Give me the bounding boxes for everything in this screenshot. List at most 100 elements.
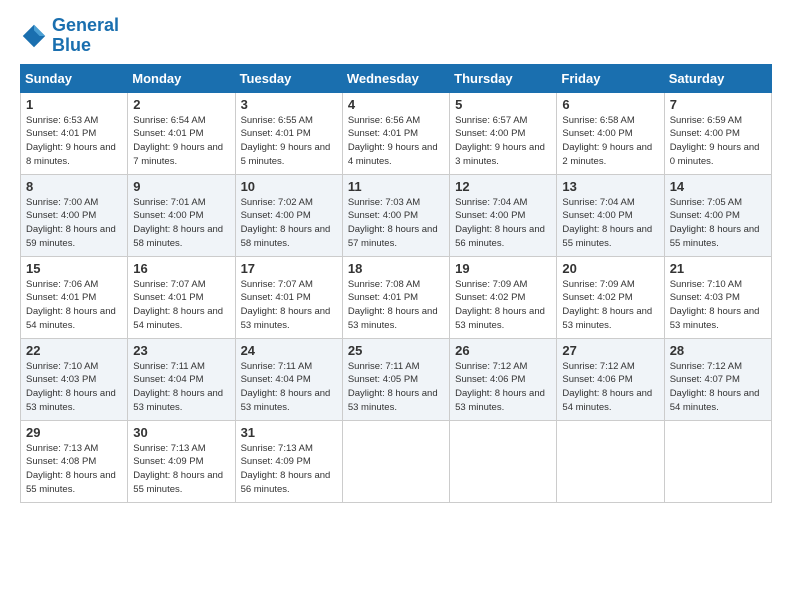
calendar-cell <box>557 420 664 502</box>
calendar-cell: 4 Sunrise: 6:56 AM Sunset: 4:01 PM Daylig… <box>342 92 449 174</box>
calendar-cell: 28Sunrise: 7:12 AM Sunset: 4:07 PM Dayli… <box>664 338 771 420</box>
day-number: 22 <box>26 343 122 358</box>
day-number: 29 <box>26 425 122 440</box>
weekday-header-sunday: Sunday <box>21 64 128 92</box>
day-number: 13 <box>562 179 658 194</box>
day-number: 1 <box>26 97 122 112</box>
weekday-header-thursday: Thursday <box>450 64 557 92</box>
weekday-header-tuesday: Tuesday <box>235 64 342 92</box>
calendar-cell: 27 Sunrise: 7:12 AM Sunset: 4:06 PM Dayli… <box>557 338 664 420</box>
day-number: 10 <box>241 179 337 194</box>
calendar-cell: 9 Sunrise: 7:01 AM Sunset: 4:00 PM Daylig… <box>128 174 235 256</box>
calendar-cell: 16 Sunrise: 7:07 AM Sunset: 4:01 PM Dayli… <box>128 256 235 338</box>
week-row-2: 8Sunrise: 7:00 AM Sunset: 4:00 PM Daylig… <box>21 174 772 256</box>
day-info: Sunrise: 7:12 AM Sunset: 4:06 PM Dayligh… <box>455 360 551 415</box>
day-info: Sunrise: 7:13 AM Sunset: 4:09 PM Dayligh… <box>133 442 229 497</box>
day-number: 23 <box>133 343 229 358</box>
calendar-cell: 17Sunrise: 7:07 AM Sunset: 4:01 PM Dayli… <box>235 256 342 338</box>
day-info: Sunrise: 7:06 AM Sunset: 4:01 PM Dayligh… <box>26 278 122 333</box>
day-info: Sunrise: 7:01 AM Sunset: 4:00 PM Dayligh… <box>133 196 229 251</box>
day-number: 19 <box>455 261 551 276</box>
day-number: 27 <box>562 343 658 358</box>
calendar-cell: 6Sunrise: 6:58 AM Sunset: 4:00 PM Daylig… <box>557 92 664 174</box>
day-number: 9 <box>133 179 229 194</box>
day-number: 16 <box>133 261 229 276</box>
day-info: Sunrise: 7:04 AM Sunset: 4:00 PM Dayligh… <box>562 196 658 251</box>
day-info: Sunrise: 6:53 AM Sunset: 4:01 PM Dayligh… <box>26 114 122 169</box>
calendar-cell: 15 Sunrise: 7:06 AM Sunset: 4:01 PM Dayli… <box>21 256 128 338</box>
day-number: 4 <box>348 97 444 112</box>
day-number: 6 <box>562 97 658 112</box>
calendar-cell: 10 Sunrise: 7:02 AM Sunset: 4:00 PM Dayli… <box>235 174 342 256</box>
week-row-3: 15 Sunrise: 7:06 AM Sunset: 4:01 PM Dayli… <box>21 256 772 338</box>
day-number: 17 <box>241 261 337 276</box>
day-info: Sunrise: 7:10 AM Sunset: 4:03 PM Dayligh… <box>670 278 766 333</box>
calendar-cell: 2Sunrise: 6:54 AM Sunset: 4:01 PM Daylig… <box>128 92 235 174</box>
calendar-cell: 1 Sunrise: 6:53 AM Sunset: 4:01 PM Daylig… <box>21 92 128 174</box>
logo: General Blue <box>20 16 119 56</box>
day-info: Sunrise: 6:56 AM Sunset: 4:01 PM Dayligh… <box>348 114 444 169</box>
day-number: 15 <box>26 261 122 276</box>
calendar-cell: 25 Sunrise: 7:11 AM Sunset: 4:05 PM Dayli… <box>342 338 449 420</box>
day-info: Sunrise: 7:12 AM Sunset: 4:06 PM Dayligh… <box>562 360 658 415</box>
day-info: Sunrise: 6:59 AM Sunset: 4:00 PM Dayligh… <box>670 114 766 169</box>
day-info: Sunrise: 6:55 AM Sunset: 4:01 PM Dayligh… <box>241 114 337 169</box>
calendar-cell: 21 Sunrise: 7:10 AM Sunset: 4:03 PM Dayli… <box>664 256 771 338</box>
calendar-table: SundayMondayTuesdayWednesdayThursdayFrid… <box>20 64 772 503</box>
weekday-header-friday: Friday <box>557 64 664 92</box>
day-number: 2 <box>133 97 229 112</box>
day-info: Sunrise: 7:11 AM Sunset: 4:05 PM Dayligh… <box>348 360 444 415</box>
calendar-cell <box>450 420 557 502</box>
calendar-cell <box>664 420 771 502</box>
day-info: Sunrise: 7:09 AM Sunset: 4:02 PM Dayligh… <box>455 278 551 333</box>
week-row-4: 22 Sunrise: 7:10 AM Sunset: 4:03 PM Dayli… <box>21 338 772 420</box>
day-info: Sunrise: 7:07 AM Sunset: 4:01 PM Dayligh… <box>133 278 229 333</box>
day-number: 18 <box>348 261 444 276</box>
calendar-cell: 30 Sunrise: 7:13 AM Sunset: 4:09 PM Dayli… <box>128 420 235 502</box>
calendar-cell: 11 Sunrise: 7:03 AM Sunset: 4:00 PM Dayli… <box>342 174 449 256</box>
day-number: 30 <box>133 425 229 440</box>
weekday-header-saturday: Saturday <box>664 64 771 92</box>
weekday-header-monday: Monday <box>128 64 235 92</box>
calendar-cell: 31Sunrise: 7:13 AM Sunset: 4:09 PM Dayli… <box>235 420 342 502</box>
day-info: Sunrise: 7:03 AM Sunset: 4:00 PM Dayligh… <box>348 196 444 251</box>
calendar-cell: 13 Sunrise: 7:04 AM Sunset: 4:00 PM Dayli… <box>557 174 664 256</box>
calendar-cell: 5Sunrise: 6:57 AM Sunset: 4:00 PM Daylig… <box>450 92 557 174</box>
day-number: 20 <box>562 261 658 276</box>
day-info: Sunrise: 7:13 AM Sunset: 4:08 PM Dayligh… <box>26 442 122 497</box>
week-row-5: 29 Sunrise: 7:13 AM Sunset: 4:08 PM Dayli… <box>21 420 772 502</box>
day-number: 11 <box>348 179 444 194</box>
day-info: Sunrise: 7:09 AM Sunset: 4:02 PM Dayligh… <box>562 278 658 333</box>
weekday-header-wednesday: Wednesday <box>342 64 449 92</box>
day-info: Sunrise: 7:04 AM Sunset: 4:00 PM Dayligh… <box>455 196 551 251</box>
day-number: 21 <box>670 261 766 276</box>
calendar-cell: 8Sunrise: 7:00 AM Sunset: 4:00 PM Daylig… <box>21 174 128 256</box>
page-container: General Blue SundayMondayTuesdayWednesda… <box>0 0 792 513</box>
calendar-cell: 29 Sunrise: 7:13 AM Sunset: 4:08 PM Dayli… <box>21 420 128 502</box>
calendar-cell: 19 Sunrise: 7:09 AM Sunset: 4:02 PM Dayli… <box>450 256 557 338</box>
calendar-cell: 14Sunrise: 7:05 AM Sunset: 4:00 PM Dayli… <box>664 174 771 256</box>
day-number: 7 <box>670 97 766 112</box>
calendar-cell <box>342 420 449 502</box>
day-info: Sunrise: 7:10 AM Sunset: 4:03 PM Dayligh… <box>26 360 122 415</box>
calendar-cell: 20 Sunrise: 7:09 AM Sunset: 4:02 PM Dayli… <box>557 256 664 338</box>
day-number: 3 <box>241 97 337 112</box>
day-info: Sunrise: 7:11 AM Sunset: 4:04 PM Dayligh… <box>133 360 229 415</box>
calendar-cell: 23 Sunrise: 7:11 AM Sunset: 4:04 PM Dayli… <box>128 338 235 420</box>
calendar-cell: 7 Sunrise: 6:59 AM Sunset: 4:00 PM Daylig… <box>664 92 771 174</box>
day-number: 25 <box>348 343 444 358</box>
header: General Blue <box>20 16 772 56</box>
calendar-cell: 3 Sunrise: 6:55 AM Sunset: 4:01 PM Daylig… <box>235 92 342 174</box>
calendar-cell: 26 Sunrise: 7:12 AM Sunset: 4:06 PM Dayli… <box>450 338 557 420</box>
day-number: 12 <box>455 179 551 194</box>
day-number: 14 <box>670 179 766 194</box>
day-info: Sunrise: 7:08 AM Sunset: 4:01 PM Dayligh… <box>348 278 444 333</box>
day-number: 26 <box>455 343 551 358</box>
day-info: Sunrise: 6:57 AM Sunset: 4:00 PM Dayligh… <box>455 114 551 169</box>
calendar-cell: 22 Sunrise: 7:10 AM Sunset: 4:03 PM Dayli… <box>21 338 128 420</box>
day-info: Sunrise: 7:00 AM Sunset: 4:00 PM Dayligh… <box>26 196 122 251</box>
day-info: Sunrise: 7:13 AM Sunset: 4:09 PM Dayligh… <box>241 442 337 497</box>
calendar-cell: 18 Sunrise: 7:08 AM Sunset: 4:01 PM Dayli… <box>342 256 449 338</box>
day-info: Sunrise: 7:02 AM Sunset: 4:00 PM Dayligh… <box>241 196 337 251</box>
calendar-cell: 24Sunrise: 7:11 AM Sunset: 4:04 PM Dayli… <box>235 338 342 420</box>
